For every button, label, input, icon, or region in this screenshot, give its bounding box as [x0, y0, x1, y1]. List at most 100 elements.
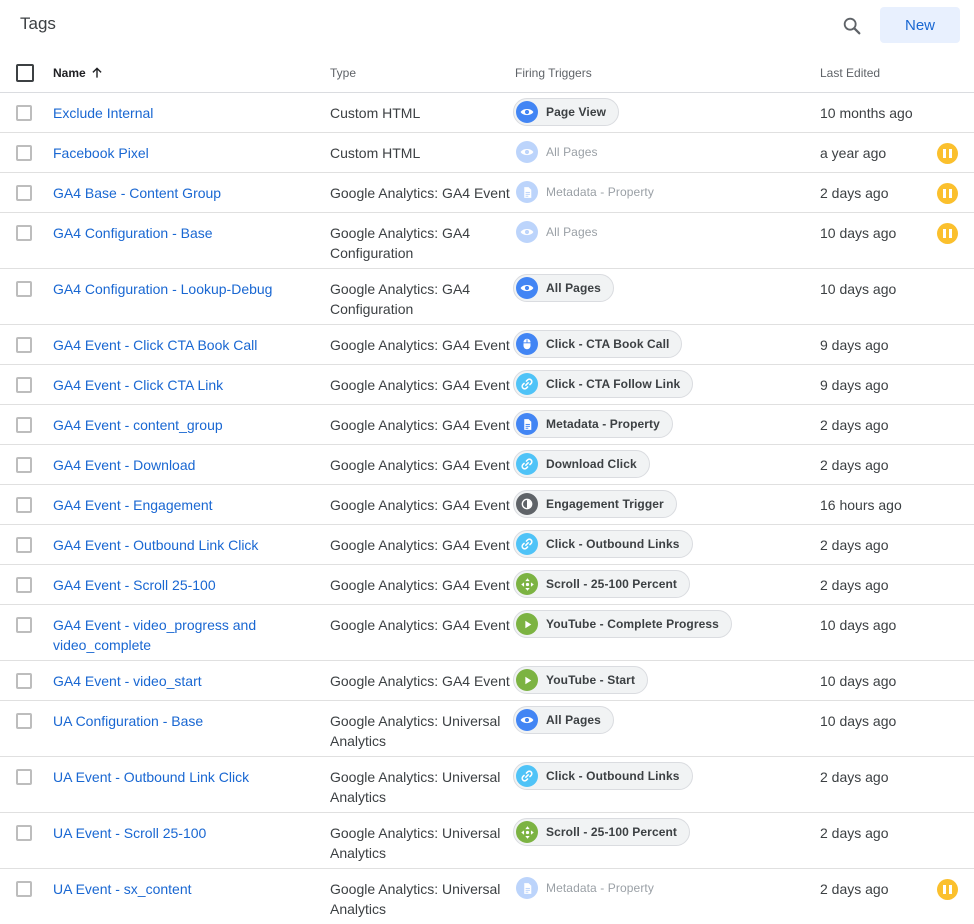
column-header-type[interactable]: Type — [330, 66, 356, 80]
tag-type: Google Analytics: GA4 Event — [330, 377, 510, 393]
tag-name-link[interactable]: GA4 Event - Click CTA Link — [53, 375, 323, 395]
row-checkbox[interactable] — [16, 145, 32, 161]
play-icon — [516, 613, 538, 635]
table-row[interactable]: Facebook Pixel Custom HTML All Pages a year… — [0, 133, 974, 173]
row-checkbox[interactable] — [16, 673, 32, 689]
row-checkbox[interactable] — [16, 225, 32, 241]
trigger-chip[interactable]: Metadata - Property — [513, 874, 667, 902]
row-checkbox[interactable] — [16, 497, 32, 513]
trigger-chip-label: Click - Outbound Links — [546, 769, 680, 783]
tag-name-link[interactable]: Facebook Pixel — [53, 143, 323, 163]
trigger-chip[interactable]: Click - Outbound Links — [513, 762, 693, 790]
last-edited: 10 days ago — [820, 673, 897, 689]
table-row[interactable]: GA4 Event - Scroll 25-100 Google Analytic… — [0, 565, 974, 605]
trigger-chip[interactable]: Engagement Trigger — [513, 490, 677, 518]
select-all-checkbox[interactable] — [16, 64, 34, 82]
trigger-chip[interactable]: All Pages — [513, 274, 614, 302]
tag-name-link[interactable]: GA4 Configuration - Base — [53, 223, 323, 243]
new-tag-button[interactable]: New — [880, 7, 960, 43]
engagement-icon — [516, 493, 538, 515]
tag-name-link[interactable]: GA4 Configuration - Lookup-Debug — [53, 279, 323, 299]
table-row[interactable]: GA4 Event - Download Google Analytics: GA… — [0, 445, 974, 485]
trigger-chip[interactable]: Page View — [513, 98, 620, 126]
trigger-chip[interactable]: Metadata - Property — [513, 410, 673, 438]
table-row[interactable]: GA4 Event - Click CTA Book Call Google An… — [0, 325, 974, 365]
row-checkbox[interactable] — [16, 537, 32, 553]
trigger-chip[interactable]: Click - Outbound Links — [513, 530, 693, 558]
column-header-last-edited[interactable]: Last Edited — [820, 66, 880, 80]
row-checkbox[interactable] — [16, 281, 32, 297]
table-row[interactable]: UA Event - Outbound Link Click Google Ana… — [0, 757, 974, 813]
tag-name-link[interactable]: GA4 Event - content_group — [53, 415, 323, 435]
table-row[interactable]: GA4 Event - content_group Google Analytic… — [0, 405, 974, 445]
tag-name-link[interactable]: GA4 Event - video_progress and video_com… — [53, 615, 323, 655]
eye-icon — [516, 141, 538, 163]
paused-icon[interactable] — [937, 223, 958, 244]
table-row[interactable]: GA4 Base - Content Group Google Analytics… — [0, 173, 974, 213]
row-checkbox[interactable] — [16, 825, 32, 841]
tag-name-link[interactable]: UA Event - Outbound Link Click — [53, 767, 323, 787]
link-icon — [516, 765, 538, 787]
table-row[interactable]: UA Event - sx_content Google Analytics: U… — [0, 869, 974, 924]
table-row[interactable]: UA Configuration - Base Google Analytics:… — [0, 701, 974, 757]
row-checkbox[interactable] — [16, 881, 32, 897]
table-row[interactable]: GA4 Event - Engagement Google Analytics: … — [0, 485, 974, 525]
document-icon — [516, 181, 538, 203]
trigger-chip[interactable]: YouTube - Start — [513, 666, 649, 694]
trigger-chip[interactable]: Metadata - Property — [513, 178, 667, 206]
table-row[interactable]: GA4 Event - Click CTA Link Google Analyti… — [0, 365, 974, 405]
tag-name-link[interactable]: GA4 Event - Download — [53, 455, 323, 475]
column-header-name-label: Name — [53, 66, 86, 80]
trigger-chip-label: All Pages — [546, 281, 601, 295]
table-row[interactable]: GA4 Event - video_start Google Analytics:… — [0, 661, 974, 701]
tag-name-link[interactable]: UA Event - sx_content — [53, 879, 323, 899]
tag-name-link[interactable]: GA4 Event - Engagement — [53, 495, 323, 515]
table-row[interactable]: UA Event - Scroll 25-100 Google Analytics… — [0, 813, 974, 869]
tag-name-link[interactable]: Exclude Internal — [53, 103, 323, 123]
last-edited: 10 months ago — [820, 105, 913, 121]
row-checkbox[interactable] — [16, 337, 32, 353]
trigger-chip-label: Click - CTA Follow Link — [546, 377, 681, 391]
row-checkbox[interactable] — [16, 577, 32, 593]
table-row[interactable]: GA4 Configuration - Base Google Analytics… — [0, 213, 974, 269]
tag-name-link[interactable]: GA4 Base - Content Group — [53, 183, 323, 203]
tag-name-link[interactable]: GA4 Event - Outbound Link Click — [53, 535, 323, 555]
tag-name-link[interactable]: GA4 Event - Scroll 25-100 — [53, 575, 323, 595]
tag-name-link[interactable]: GA4 Event - Click CTA Book Call — [53, 335, 323, 355]
row-checkbox[interactable] — [16, 713, 32, 729]
row-checkbox[interactable] — [16, 417, 32, 433]
trigger-chip-label: Scroll - 25-100 Percent — [546, 825, 678, 839]
column-header-triggers[interactable]: Firing Triggers — [515, 66, 592, 80]
eye-icon — [516, 277, 538, 299]
last-edited: 10 days ago — [820, 225, 897, 241]
row-checkbox[interactable] — [16, 617, 32, 633]
column-header-name[interactable]: Name — [53, 66, 104, 80]
trigger-chip[interactable]: Scroll - 25-100 Percent — [513, 818, 691, 846]
row-checkbox[interactable] — [16, 185, 32, 201]
trigger-chip-label: Metadata - Property — [546, 417, 660, 431]
row-checkbox[interactable] — [16, 457, 32, 473]
trigger-chip[interactable]: All Pages — [513, 706, 614, 734]
table-row[interactable]: GA4 Event - video_progress and video_com… — [0, 605, 974, 661]
row-checkbox[interactable] — [16, 377, 32, 393]
play-icon — [516, 669, 538, 691]
trigger-chip[interactable]: Click - CTA Book Call — [513, 330, 683, 358]
tag-name-link[interactable]: UA Event - Scroll 25-100 — [53, 823, 323, 843]
trigger-chip[interactable]: All Pages — [513, 218, 611, 246]
paused-icon[interactable] — [937, 879, 958, 900]
paused-icon[interactable] — [937, 143, 958, 164]
paused-icon[interactable] — [937, 183, 958, 204]
tag-name-link[interactable]: UA Configuration - Base — [53, 711, 323, 731]
trigger-chip[interactable]: All Pages — [513, 138, 611, 166]
table-row[interactable]: GA4 Event - Outbound Link Click Google An… — [0, 525, 974, 565]
row-checkbox[interactable] — [16, 769, 32, 785]
tag-name-link[interactable]: GA4 Event - video_start — [53, 671, 323, 691]
trigger-chip[interactable]: Click - CTA Follow Link — [513, 370, 694, 398]
table-row[interactable]: Exclude Internal Custom HTML Page View 10 m… — [0, 93, 974, 133]
search-button[interactable] — [838, 12, 866, 40]
row-checkbox[interactable] — [16, 105, 32, 121]
trigger-chip[interactable]: Scroll - 25-100 Percent — [513, 570, 691, 598]
table-row[interactable]: GA4 Configuration - Lookup-Debug Google A… — [0, 269, 974, 325]
trigger-chip[interactable]: YouTube - Complete Progress — [513, 610, 732, 638]
trigger-chip[interactable]: Download Click — [513, 450, 650, 478]
